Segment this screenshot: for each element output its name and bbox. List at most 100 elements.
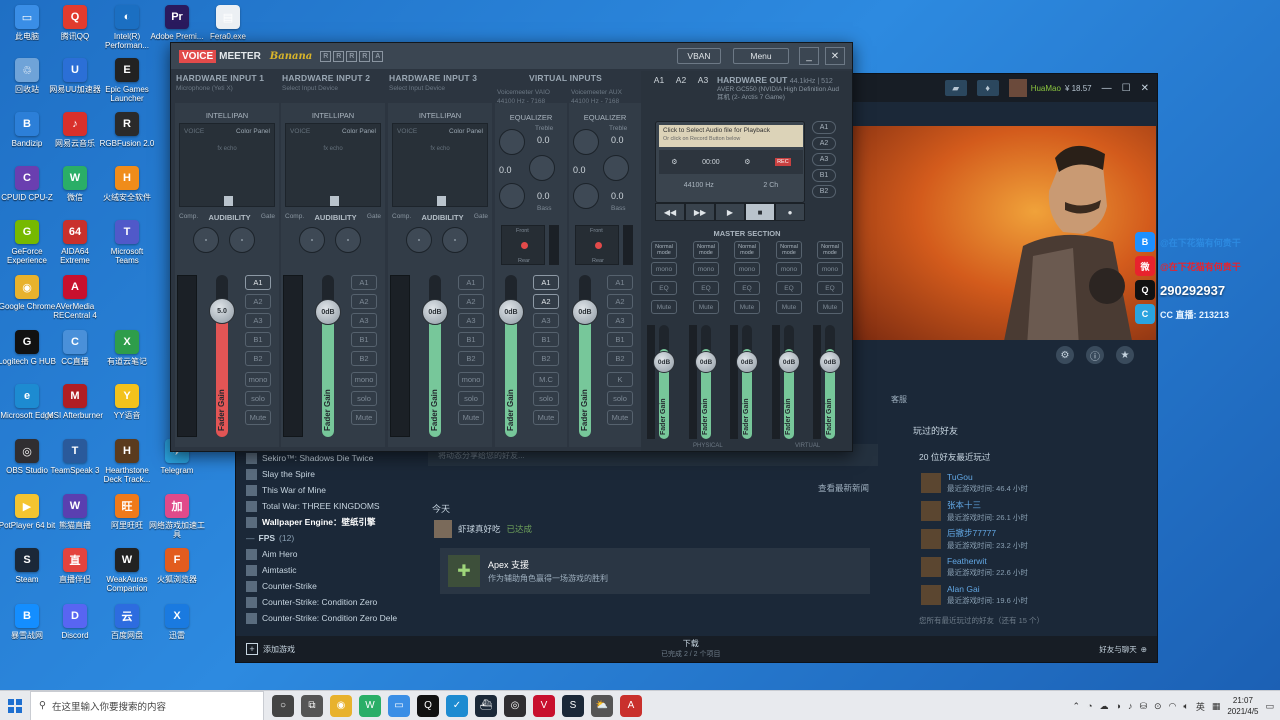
eq-knob-bass[interactable] xyxy=(499,183,525,209)
menu-button[interactable]: Menu xyxy=(733,48,789,64)
hardware-input-header[interactable]: HARDWARE INPUT 2 Select Input Device xyxy=(282,73,370,99)
desktop-icon[interactable]: X 迅雷 xyxy=(152,604,202,656)
game-list-item[interactable]: Slay the Spire xyxy=(246,466,416,482)
bus-button-a1[interactable]: A1 xyxy=(458,275,484,290)
mono-button[interactable]: mono xyxy=(458,372,484,387)
taskbar-app-icon[interactable]: Q xyxy=(417,694,439,717)
game-list-item[interactable]: Total War: THREE KINGDOMS xyxy=(246,498,416,514)
game-list-item[interactable]: This War of Mine xyxy=(246,482,416,498)
mono-button[interactable]: mono xyxy=(693,262,719,276)
tray-app-icon[interactable]: ☁ xyxy=(1100,701,1109,712)
gate-knob[interactable] xyxy=(229,227,255,253)
taskbar-app-icon[interactable]: A xyxy=(620,694,642,717)
friend-row[interactable]: 后撤步77777 最近游戏时间: 23.2 小时 xyxy=(921,525,1149,553)
mute-button[interactable]: Mute xyxy=(776,300,802,314)
desktop-icon[interactable]: U 网易UU加速器 xyxy=(49,58,101,110)
bus-button-a3[interactable]: A3 xyxy=(458,313,484,328)
game-category-header[interactable]: — FPS (12) xyxy=(246,530,416,546)
taskbar-app-icon[interactable]: W xyxy=(359,694,381,717)
intellipan-pad[interactable]: VOICE Color Panel fx echo xyxy=(179,123,275,207)
pan-position-handle[interactable] xyxy=(595,242,602,249)
solo-button[interactable]: solo xyxy=(607,391,633,406)
desktop-icon[interactable]: X 有道云笔记 xyxy=(102,330,152,382)
desktop-icon[interactable]: F 火狐浏览器 xyxy=(152,548,202,600)
vban-button[interactable]: VBAN xyxy=(677,48,721,64)
intellipan-handle[interactable] xyxy=(437,196,446,206)
mute-button[interactable]: Mute xyxy=(693,300,719,314)
hardware-input-header[interactable]: HARDWARE INPUT 1 Microphone (Yeti X) xyxy=(176,73,264,99)
desktop-icon[interactable]: D Discord xyxy=(50,604,100,656)
play-button[interactable]: ▶ xyxy=(715,203,745,221)
surround-pan[interactable]: Front Rear xyxy=(575,225,619,265)
rewind-button[interactable]: ◀◀ xyxy=(655,203,685,221)
desktop-icon[interactable]: ◉ Google Chrome xyxy=(0,275,55,327)
view-latest-news-link[interactable]: 查看最新新闻 xyxy=(818,482,869,494)
desktop-icon[interactable]: ♪ 网易云音乐 xyxy=(50,112,100,164)
wifi-icon[interactable]: ◠ xyxy=(1169,701,1177,712)
solo-button[interactable]: solo xyxy=(351,391,377,406)
output-select-a2[interactable]: A2 xyxy=(673,75,689,97)
desktop-icon[interactable]: ▶ PotPlayer 64 bit xyxy=(0,494,55,546)
bus-button-a3[interactable]: A3 xyxy=(351,313,377,328)
desktop-icon[interactable]: W 熊猫直播 xyxy=(50,494,100,546)
solo-button[interactable]: solo xyxy=(245,391,271,406)
player-out-a3[interactable]: A3 xyxy=(812,153,836,166)
eq-knob-left[interactable] xyxy=(573,129,599,155)
mute-button[interactable]: Mute xyxy=(458,410,484,425)
bus-mode-button[interactable]: Normal mode xyxy=(817,241,843,259)
pan-position-handle[interactable] xyxy=(521,242,528,249)
comp-knob[interactable] xyxy=(193,227,219,253)
eq-button[interactable]: EQ xyxy=(776,281,802,295)
solo-button[interactable]: solo xyxy=(458,391,484,406)
bus-button-b1[interactable]: B1 xyxy=(351,332,377,347)
tray-app-icon[interactable]: ♪ xyxy=(1128,701,1133,711)
feed-user-name[interactable]: 虾球真好吃 xyxy=(458,523,501,535)
desktop-icon[interactable]: ♲ 回收站 xyxy=(2,58,52,110)
volume-icon[interactable]: 🔈︎ xyxy=(1183,701,1188,712)
intellipan-handle[interactable] xyxy=(330,196,339,206)
player-out-b2[interactable]: B2 xyxy=(812,185,836,198)
desktop-icon[interactable]: B 暴雪战网 xyxy=(2,604,52,656)
voicemeeter-titlebar[interactable]: VOICE MEETER Banana RRRRA VBAN Menu _ ✕ xyxy=(171,43,852,69)
bus-button-a3[interactable]: A3 xyxy=(607,313,633,328)
mute-button[interactable]: Mute xyxy=(817,300,843,314)
game-list-item[interactable]: Counter-Strike xyxy=(246,578,416,594)
desktop-icon[interactable]: G GeForce Experience xyxy=(2,220,52,272)
mute-button[interactable]: Mute xyxy=(245,410,271,425)
mono-button[interactable]: mono xyxy=(776,262,802,276)
taskbar-app-icon[interactable]: ⧉ xyxy=(301,694,323,717)
fader-knob[interactable]: 0dB xyxy=(315,299,341,325)
minimize-icon[interactable]: — xyxy=(1102,83,1112,94)
bus-mode-button[interactable]: Normal mode xyxy=(693,241,719,259)
intellipan-pad[interactable]: VOICE Color Panel fx echo xyxy=(285,123,381,207)
bus-button-b1[interactable]: B1 xyxy=(245,332,271,347)
bus-button-a1[interactable]: A1 xyxy=(607,275,633,290)
taskbar-app-icon[interactable]: ○ xyxy=(272,694,294,717)
bus-button-a3[interactable]: A3 xyxy=(533,313,559,328)
mc-button[interactable]: M.C xyxy=(533,372,559,387)
master-fader-knob[interactable]: 0dB xyxy=(778,351,800,373)
master-fader-knob[interactable]: 0dB xyxy=(653,351,675,373)
intellipan-handle[interactable] xyxy=(224,196,233,206)
minimize-button[interactable]: _ xyxy=(799,47,819,65)
gate-knob[interactable] xyxy=(442,227,468,253)
ime-indicator[interactable]: 英 xyxy=(1196,700,1205,713)
desktop-icon[interactable]: W WeakAuras Companion xyxy=(102,548,152,600)
intellipan-pad[interactable]: VOICE Color Panel fx echo xyxy=(392,123,488,207)
info-icon[interactable]: ⓘ xyxy=(1086,346,1104,364)
desktop-icon[interactable]: 加网络游戏加速工具 xyxy=(149,494,205,546)
bus-button-a2[interactable]: A2 xyxy=(351,294,377,309)
mono-button[interactable]: mono xyxy=(651,262,677,276)
desktop-icon[interactable]: ◎ OBS Studio xyxy=(2,439,52,491)
record-button[interactable]: ● xyxy=(775,203,805,221)
chevron-up-icon[interactable]: ⌃ xyxy=(1073,701,1081,712)
taskbar-app-icon[interactable]: ⛴ xyxy=(475,694,497,717)
desktop-icon[interactable]: E Epic Games Launcher xyxy=(102,58,152,110)
fader-knob[interactable]: 0dB xyxy=(572,299,598,325)
taskbar-search-box[interactable]: ⚲ 在这里输入你要搜索的内容 xyxy=(30,690,264,720)
support-tab[interactable]: 客服 xyxy=(891,394,907,405)
game-list-item[interactable]: Wallpaper Engine：壁纸引擎 xyxy=(246,514,416,530)
desktop-icon[interactable]: M MSI Afterburner xyxy=(47,384,103,436)
bus-button-b1[interactable]: B1 xyxy=(458,332,484,347)
steam-user[interactable]: HuaMao ¥ 18.57 xyxy=(1008,79,1092,97)
